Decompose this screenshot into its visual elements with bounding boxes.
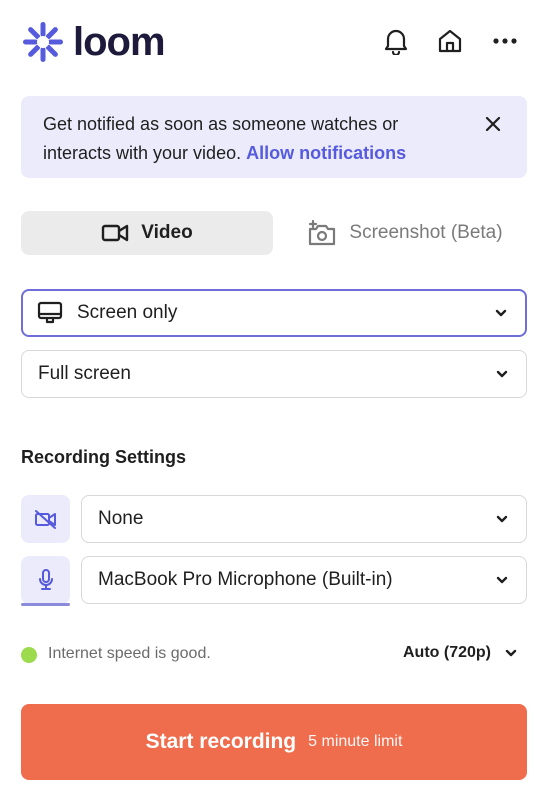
chevron-down-icon [496,576,508,584]
notification-text: Get notified as soon as someone watches … [43,110,463,168]
camera-setting-row: None [21,495,527,545]
more-icon[interactable] [488,24,522,58]
connection-status: Internet speed is good. Auto (720p) [21,643,527,667]
status-indicator [21,647,37,663]
capture-mode-value: Screen only [77,302,178,323]
capture-mode-select[interactable]: Screen only [21,289,527,337]
chevron-down-icon [496,370,508,378]
home-icon[interactable] [433,24,467,58]
camera-select-value: None [98,508,144,529]
microphone-select[interactable]: MacBook Pro Microphone (Built-in) [81,556,527,604]
monitor-icon [37,301,63,325]
chevron-down-icon [505,649,517,657]
quality-dropdown[interactable]: Auto (720p) [403,644,517,662]
microphone-setting-row: MacBook Pro Microphone (Built-in) [21,556,527,606]
capture-area-select[interactable]: Full screen [21,350,527,398]
chevron-down-icon [496,515,508,523]
start-recording-label: Start recording [145,730,297,753]
internet-speed-text: Internet speed is good. [48,645,211,662]
chevron-down-icon [495,309,507,317]
microphone-select-value: MacBook Pro Microphone (Built-in) [98,569,393,590]
camera-off-icon [34,510,56,529]
loom-wordmark: loom [73,20,166,64]
capture-area-value: Full screen [38,363,131,384]
quality-value: Auto (720p) [403,644,491,661]
camera-toggle-button[interactable] [21,495,70,543]
camera-plus-icon [309,219,336,246]
tab-video-label: Video [141,222,193,243]
loom-logo-icon [23,22,63,62]
allow-notifications-link[interactable]: Allow notifications [246,143,406,163]
tab-screenshot[interactable]: Screenshot (Beta) [283,211,527,255]
camera-select[interactable]: None [81,495,527,543]
video-camera-icon [102,224,129,242]
loom-logo[interactable]: loom [21,18,166,66]
header: loom [21,18,529,66]
close-icon[interactable] [481,112,505,136]
capture-type-tabs: Video Screenshot (Beta) [21,211,527,255]
bell-icon[interactable] [379,24,413,58]
tab-screenshot-label: Screenshot (Beta) [349,222,503,243]
microphone-toggle-button[interactable] [21,556,70,606]
tab-video[interactable]: Video [21,211,273,255]
start-recording-button[interactable]: Start recording 5 minute limit [21,704,527,780]
microphone-icon [38,569,53,590]
recording-settings-title: Recording Settings [21,447,187,467]
recording-limit-text: 5 minute limit [308,733,403,750]
notification-banner: Get notified as soon as someone watches … [21,96,527,178]
